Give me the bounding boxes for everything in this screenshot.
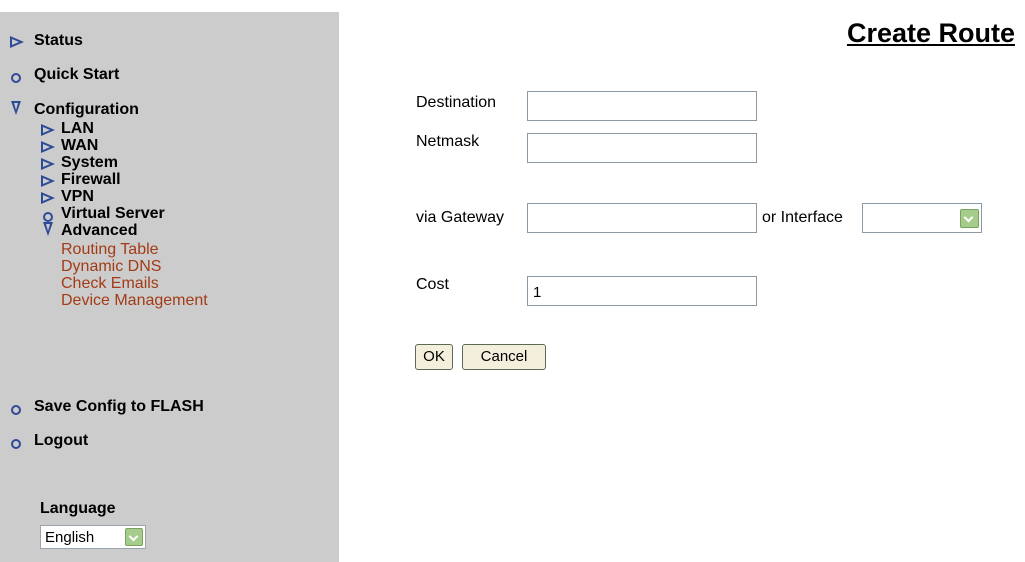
chevron-down-icon[interactable] [960,209,979,228]
nav-logout-label: Logout [34,432,89,449]
nav-save-config-label: Save Config to FLASH [34,398,204,415]
nav-lan-label: LAN [61,120,94,137]
language-select[interactable]: English [40,525,146,549]
triangle-right-icon [41,174,59,192]
circle-icon [11,402,31,420]
chevron-down-icon[interactable] [125,528,143,546]
language-label: Language [40,500,116,517]
triangle-down-icon [11,101,31,119]
cost-label: Cost [416,276,449,293]
nav-vpn-label: VPN [61,188,94,205]
page-title: Create Route [846,18,1015,48]
nav-configuration-label: Configuration [34,101,139,118]
triangle-down-icon [43,222,61,240]
triangle-right-icon [41,191,59,209]
nav-firewall-label: Firewall [61,171,121,188]
destination-input[interactable] [527,91,757,121]
cancel-button[interactable]: Cancel [462,344,546,370]
circle-icon [11,436,31,454]
triangle-right-icon [41,157,59,175]
destination-label: Destination [416,94,497,111]
nav-virtual-server-label: Virtual Server [61,205,165,222]
link-routing-table[interactable]: Routing Table [61,241,159,259]
ok-button[interactable]: OK [415,344,453,370]
link-device-management[interactable]: Device Management [61,292,208,310]
nav-system-label: System [61,154,118,171]
circle-icon [11,70,31,88]
gateway-label: via Gateway [416,209,505,226]
sidebar: Status Quick Start Configuration LAN WAN… [0,12,339,562]
language-select-value: English [45,529,95,546]
netmask-input[interactable] [527,133,757,163]
interface-select[interactable] [862,203,982,233]
nav-wan-label: WAN [61,137,99,154]
cost-input[interactable]: 1 [527,276,757,306]
link-dynamic-dns[interactable]: Dynamic DNS [61,258,161,276]
triangle-right-icon [10,35,30,53]
interface-label: or Interface [762,209,843,226]
nav-status-label: Status [34,32,83,49]
triangle-right-icon [41,140,59,158]
triangle-right-icon [41,123,59,141]
nav-quick-start-label: Quick Start [34,66,120,83]
netmask-label: Netmask [416,133,480,150]
gateway-input[interactable] [527,203,757,233]
nav-advanced-label: Advanced [61,222,138,239]
link-check-emails[interactable]: Check Emails [61,275,159,293]
